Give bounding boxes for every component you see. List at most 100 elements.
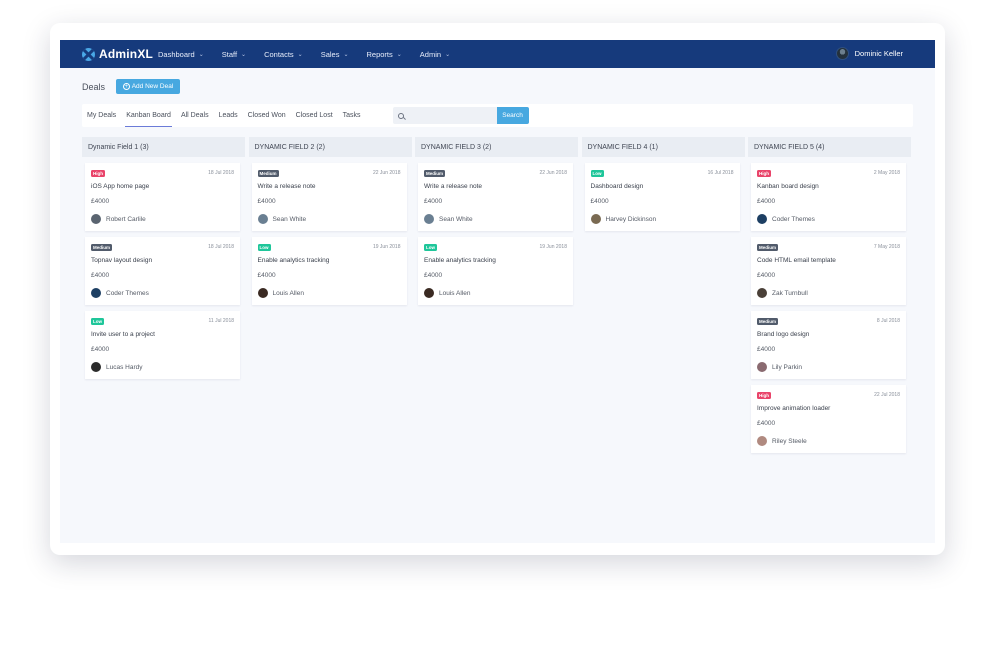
deal-owner-name: Coder Themes (106, 289, 149, 297)
deal-title: Write a release note (257, 183, 316, 190)
deal-owner-name: Riley Steele (772, 437, 807, 445)
deal-card[interactable]: High 18 Jul 2018 iOS App home page £4000… (85, 163, 240, 231)
avatar (757, 362, 767, 372)
deal-owner: Harvey Dickinson (590, 214, 656, 224)
deal-card[interactable]: Medium 8 Jul 2018 Brand logo design £400… (751, 311, 906, 379)
app-screen: AdminXL Dashboard ⌄ Staff ⌄ Contacts ⌄ Sale… (60, 40, 935, 543)
nav-item-reports[interactable]: Reports ⌄ (367, 50, 402, 59)
deal-card[interactable]: Medium 22 Jun 2018 Write a release note … (251, 163, 407, 231)
tab-label: Closed Lost (295, 112, 333, 119)
nav-item-sales[interactable]: Sales ⌄ (321, 50, 349, 59)
deal-amount: £4000 (757, 420, 776, 427)
kanban-column: DYNAMIC FIELD 2 (2) Medium 22 Jun 2018 W… (248, 137, 412, 453)
deal-owner-name: Sean White (439, 215, 473, 223)
deal-owner: Zak Turnbull (757, 288, 808, 298)
tab-label: Kanban Board (126, 112, 171, 119)
deal-title: Write a release note (424, 183, 483, 190)
deal-card[interactable]: Low 19 Jun 2018 Enable analytics trackin… (418, 237, 573, 305)
deal-amount: £4000 (424, 272, 443, 279)
top-navbar: AdminXL Dashboard ⌄ Staff ⌄ Contacts ⌄ Sale… (60, 40, 935, 68)
deal-title: Brand logo design (757, 331, 810, 338)
brand[interactable]: AdminXL (82, 47, 158, 61)
deal-owner: Sean White (257, 214, 307, 224)
avatar (757, 288, 767, 298)
deal-owner: Lucas Hardy (91, 362, 143, 372)
priority-badge: Medium (424, 170, 446, 177)
avatar (257, 214, 268, 224)
tab-closed-lost[interactable]: Closed Lost (291, 104, 338, 127)
deal-card[interactable]: Medium 7 May 2018 Code HTML email templa… (751, 237, 906, 305)
search-input[interactable] (407, 112, 493, 119)
deal-card[interactable]: Medium 22 Jun 2018 Write a release note … (418, 163, 573, 231)
deal-owner: Louis Allen (257, 288, 304, 298)
nav-item-dashboard[interactable]: Dashboard ⌄ (158, 50, 204, 59)
priority-badge: High (757, 170, 771, 177)
deal-amount: £4000 (757, 272, 776, 279)
kanban-column: DYNAMIC FIELD 3 (2) Medium 22 Jun 2018 W… (415, 137, 578, 453)
deal-owner-name: Robert Carlile (106, 215, 146, 223)
kanban-board: Dynamic Field 1 (3) High 18 Jul 2018 iOS… (82, 137, 915, 453)
nav-item-contacts[interactable]: Contacts ⌄ (264, 50, 303, 59)
tabs-bar: My Deals Kanban Board All Deals Leads Cl… (82, 104, 913, 127)
deal-card[interactable]: High 2 May 2018 Kanban board design £400… (751, 163, 906, 231)
deal-date: 18 Jul 2018 (208, 244, 234, 250)
deal-owner-name: Sean White (272, 215, 307, 223)
priority-badge: Medium (757, 318, 779, 325)
avatar (590, 214, 601, 224)
nav-item-label: Sales (320, 49, 340, 59)
avatar (757, 214, 767, 224)
search-box (392, 107, 497, 124)
deal-date: 22 Jul 2018 (874, 392, 900, 398)
deal-owner-name: Zak Turnbull (772, 289, 808, 297)
deal-date: 22 Jun 2018 (372, 170, 401, 176)
deal-amount: £4000 (257, 272, 276, 279)
deal-owner-name: Coder Themes (772, 215, 815, 223)
deal-card[interactable]: Medium 18 Jul 2018 Topnav layout design … (85, 237, 240, 305)
deal-date: 2 May 2018 (873, 170, 900, 176)
plus-circle-icon: + (122, 83, 130, 90)
priority-badge: Low (590, 170, 604, 177)
tab-kanban-board[interactable]: Kanban Board (121, 104, 176, 127)
tab-label: All Deals (180, 112, 209, 119)
deal-title: Kanban board design (757, 183, 819, 190)
tab-closed-won[interactable]: Closed Won (243, 104, 291, 127)
deal-owner-name: Lucas Hardy (106, 363, 143, 371)
column-header: DYNAMIC FIELD 2 (2) (248, 137, 412, 157)
brand-logo-icon (82, 47, 95, 61)
nav-item-label: Staff (221, 49, 238, 59)
nav-item-label: Reports (366, 49, 393, 59)
tab-leads[interactable]: Leads (214, 104, 243, 127)
chevron-down-icon: ⌄ (396, 51, 402, 58)
search-icon (397, 112, 404, 119)
add-new-deal-label: Add New Deal (131, 83, 174, 90)
avatar (257, 288, 268, 298)
deal-date: 19 Jun 2018 (539, 244, 567, 250)
deal-card[interactable]: High 22 Jul 2018 Improve animation loade… (751, 385, 906, 453)
search-button[interactable]: Search (496, 107, 529, 124)
tab-my-deals[interactable]: My Deals (82, 104, 121, 127)
add-new-deal-button[interactable]: + Add New Deal (116, 79, 180, 94)
user-menu[interactable]: Dominic Keller (835, 47, 903, 60)
tab-tasks[interactable]: Tasks (338, 104, 366, 127)
kanban-column: DYNAMIC FIELD 5 (4) High 2 May 2018 Kanb… (748, 137, 911, 453)
nav-item-staff[interactable]: Staff ⌄ (222, 50, 246, 59)
deal-owner: Coder Themes (757, 214, 815, 224)
avatar (91, 288, 101, 298)
deal-date: 7 May 2018 (873, 244, 900, 250)
deal-card[interactable]: Low 16 Jul 2018 Dashboard design £4000 H… (584, 163, 740, 231)
nav-item-label: Contacts (264, 49, 294, 59)
deal-amount: £4000 (757, 346, 776, 353)
avatar (835, 47, 849, 60)
deal-card[interactable]: Low 11 Jul 2018 Invite user to a project… (85, 311, 240, 379)
nav-item-label: Admin (419, 49, 442, 59)
deal-card[interactable]: Low 19 Jun 2018 Enable analytics trackin… (251, 237, 407, 305)
chevron-down-icon: ⌄ (445, 51, 451, 58)
nav-item-admin[interactable]: Admin ⌄ (420, 50, 450, 59)
avatar (424, 214, 434, 224)
priority-badge: Low (424, 244, 437, 251)
deal-amount: £4000 (91, 346, 110, 353)
priority-badge: Medium (91, 244, 113, 251)
tab-all-deals[interactable]: All Deals (176, 104, 214, 127)
priority-badge: Medium (257, 170, 279, 177)
chevron-down-icon: ⌄ (198, 51, 204, 58)
